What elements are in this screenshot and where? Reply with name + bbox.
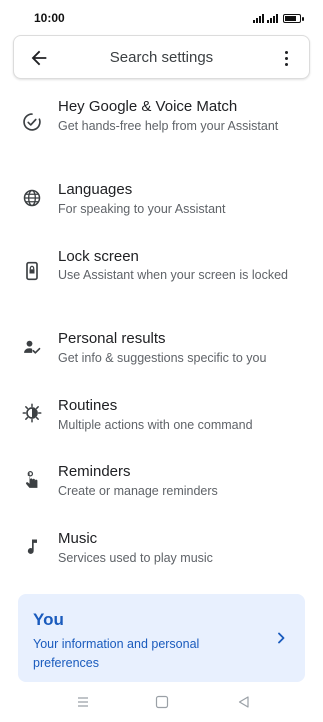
item-subtitle: For speaking to your Assistant: [58, 202, 226, 216]
item-title: Music: [58, 530, 98, 547]
status-time: 10:00: [34, 11, 65, 25]
item-title: Hey Google & Voice Match: [58, 98, 238, 115]
item-title: Lock screen: [58, 248, 139, 265]
status-bar: 10:00: [0, 0, 323, 34]
routines-icon: [22, 403, 42, 423]
search-bar[interactable]: Search settings: [13, 35, 310, 79]
home-icon[interactable]: [154, 695, 170, 709]
item-subtitle: Multiple actions with one command: [58, 418, 253, 432]
item-subtitle: Services used to play music: [58, 551, 213, 565]
music-note-icon: [22, 537, 42, 557]
search-input[interactable]: Search settings: [14, 49, 309, 66]
list-item-lock-screen[interactable]: Lock screen Use Assistant when your scre…: [0, 247, 323, 303]
reminder-icon: [22, 470, 42, 490]
you-card[interactable]: You Your information and personal prefer…: [18, 594, 305, 682]
item-subtitle: Get info & suggestions specific to you: [58, 351, 267, 365]
item-subtitle: Create or manage reminders: [58, 484, 218, 498]
item-title: Reminders: [58, 463, 131, 480]
chevron-right-icon: [275, 631, 287, 645]
list-item-voice-match[interactable]: Hey Google & Voice Match Get hands-free …: [0, 96, 323, 160]
item-title: Routines: [58, 397, 118, 414]
item-subtitle: Get hands-free help from your Assistant: [58, 119, 279, 133]
menu-icon[interactable]: [75, 695, 91, 709]
voice-match-icon: [22, 112, 42, 132]
list-item-routines[interactable]: Routines Multiple actions with one comma…: [0, 396, 323, 440]
item-title: Languages: [58, 181, 133, 198]
lock-screen-icon: [22, 261, 42, 281]
signal-icon: [253, 13, 264, 23]
you-subtitle: Your information and personal preference…: [33, 637, 200, 670]
item-title: Personal results: [58, 330, 166, 347]
more-options-icon[interactable]: [275, 47, 297, 69]
globe-icon: [22, 188, 42, 208]
battery-icon: [283, 14, 304, 23]
you-title: You: [33, 610, 64, 629]
item-subtitle: Use Assistant when your screen is locked: [58, 268, 288, 282]
person-check-icon: [22, 337, 42, 357]
signal-icon-2: [267, 13, 278, 23]
list-item-music[interactable]: Music Services used to play music: [0, 529, 323, 573]
list-item-personal-results[interactable]: Personal results Get info & suggestions …: [0, 329, 323, 373]
system-nav-bar: [0, 682, 323, 722]
list-item-reminders[interactable]: Reminders Create or manage reminders: [0, 462, 323, 506]
back-triangle-icon[interactable]: [236, 695, 252, 709]
status-icons: [253, 11, 304, 23]
list-item-languages[interactable]: Languages For speaking to your Assistant: [0, 180, 323, 224]
